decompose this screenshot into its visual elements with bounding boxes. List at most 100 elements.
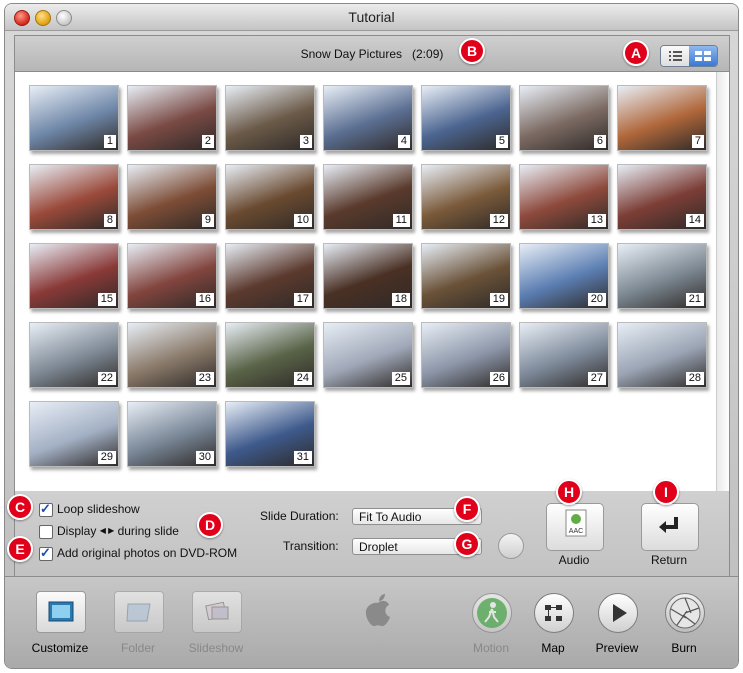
callout-badge-a: A [623, 40, 649, 66]
preview-button[interactable] [598, 593, 638, 633]
slide-thumbnail[interactable]: 20 [519, 243, 609, 309]
slide-thumbnail[interactable]: 2 [127, 85, 217, 151]
list-view-button[interactable] [661, 46, 689, 66]
slideshow-options-panel: Loop slideshow Display ◀ ▶ during slide … [14, 491, 730, 577]
slide-thumbnail[interactable]: 12 [421, 164, 511, 230]
map-icon [545, 605, 562, 621]
slide-number: 4 [397, 135, 410, 148]
slide-number: 6 [593, 135, 606, 148]
slide-thumbnail[interactable]: 26 [421, 322, 511, 388]
slide-number: 29 [97, 451, 116, 464]
slide-thumbnail[interactable]: 17 [225, 243, 315, 309]
grid-view-button[interactable] [689, 46, 717, 66]
audio-file-icon: AAC [565, 509, 587, 537]
slide-number: 1 [103, 135, 116, 148]
loop-slideshow-checkbox[interactable] [39, 501, 53, 517]
customize-label: Customize [31, 641, 89, 655]
slide-duration-label: Slide Duration: [260, 509, 339, 523]
slide-number: 18 [391, 293, 410, 306]
audio-button[interactable]: AAC [546, 503, 604, 551]
slide-number: 27 [587, 372, 606, 385]
slide-thumbnail[interactable]: 1 [29, 85, 119, 151]
burn-button[interactable] [665, 593, 705, 633]
slide-thumbnail[interactable]: 28 [617, 322, 707, 388]
slide-number: 26 [489, 372, 508, 385]
loop-slideshow-label: Loop slideshow [57, 502, 140, 516]
slide-thumbnail[interactable]: 6 [519, 85, 609, 151]
slide-number: 19 [489, 293, 508, 306]
slide-number: 16 [195, 293, 214, 306]
slide-thumbnail[interactable]: 19 [421, 243, 511, 309]
return-icon [659, 517, 678, 533]
view-toggle [660, 45, 718, 67]
slide-thumbnail[interactable]: 7 [617, 85, 707, 151]
slide-thumbnail[interactable]: 14 [617, 164, 707, 230]
callout-badge-e: E [7, 536, 33, 562]
slide-number: 8 [103, 214, 116, 227]
motion-icon [477, 598, 507, 628]
slide-number: 17 [293, 293, 312, 306]
folder-button[interactable] [114, 591, 164, 633]
slideshow-title: Snow Day Pictures (2:09) [15, 47, 729, 61]
transition-direction-control[interactable] [498, 533, 524, 559]
slide-thumbnail[interactable]: 5 [421, 85, 511, 151]
add-original-photos-checkbox[interactable] [39, 545, 53, 561]
customize-icon [48, 601, 74, 622]
folder-icon [126, 603, 151, 622]
slide-number: 24 [293, 372, 312, 385]
grid-scrollbar[interactable] [716, 72, 729, 492]
app-window: Tutorial Snow Day Pictures (2:09) 123456… [5, 4, 738, 668]
slide-thumbnail[interactable]: 31 [225, 401, 315, 467]
burn-aperture-icon [669, 597, 701, 629]
slide-thumbnail[interactable]: 25 [323, 322, 413, 388]
arrows-icon: ◀ ▶ [99, 526, 115, 535]
grid-icon [695, 51, 711, 61]
slide-thumbnail[interactable]: 18 [323, 243, 413, 309]
motion-button[interactable] [472, 593, 512, 633]
callout-badge-g: G [454, 531, 480, 557]
display-arrows-checkbox[interactable] [39, 525, 53, 539]
slide-thumbnail[interactable]: 4 [323, 85, 413, 151]
callout-badge-c: C [7, 494, 33, 520]
slide-thumbnail[interactable]: 22 [29, 322, 119, 388]
slide-thumbnail[interactable]: 8 [29, 164, 119, 230]
slide-thumbnail[interactable]: 15 [29, 243, 119, 309]
bottom-toolbar: Customize Folder Slideshow Motion Map Pr… [5, 576, 738, 668]
slideshow-icon [205, 601, 229, 621]
slide-thumbnail[interactable]: 30 [127, 401, 217, 467]
audio-label: Audio [558, 553, 590, 567]
slide-number: 5 [495, 135, 508, 148]
slide-thumbnail[interactable]: 23 [127, 322, 217, 388]
slide-number: 25 [391, 372, 410, 385]
slide-number: 15 [97, 293, 116, 306]
slide-thumbnail[interactable]: 9 [127, 164, 217, 230]
slide-thumbnail[interactable]: 13 [519, 164, 609, 230]
slide-thumbnail[interactable]: 3 [225, 85, 315, 151]
return-label: Return [650, 553, 688, 567]
map-button[interactable] [534, 593, 574, 633]
slide-thumbnail[interactable]: 27 [519, 322, 609, 388]
slide-grid[interactable]: 1 2 3 4 5 6 7 8 9 10 11 12 13 14 15 16 17 18 19 20 21 22 23 24 2… [14, 71, 730, 493]
slide-number: 7 [691, 135, 704, 148]
return-button[interactable] [641, 503, 699, 551]
slide-thumbnail[interactable]: 11 [323, 164, 413, 230]
slideshow-button[interactable] [192, 591, 242, 633]
slide-thumbnail[interactable]: 24 [225, 322, 315, 388]
callout-badge-i: I [653, 479, 679, 505]
slide-thumbnail[interactable]: 10 [225, 164, 315, 230]
slide-number: 28 [685, 372, 704, 385]
slide-thumbnail[interactable]: 21 [617, 243, 707, 309]
slideshow-label: Slideshow [188, 641, 244, 655]
burn-label: Burn [671, 641, 697, 655]
list-icon [669, 51, 682, 61]
callout-badge-b: B [459, 38, 485, 64]
slide-thumbnail[interactable]: 29 [29, 401, 119, 467]
customize-button[interactable] [36, 591, 86, 633]
slide-number: 9 [201, 214, 214, 227]
apple-logo-icon [365, 594, 390, 627]
slide-thumbnail[interactable]: 16 [127, 243, 217, 309]
callout-badge-d: D [197, 512, 223, 538]
transition-label: Transition: [283, 539, 339, 553]
slide-number: 14 [685, 214, 704, 227]
slide-number: 11 [392, 214, 410, 227]
